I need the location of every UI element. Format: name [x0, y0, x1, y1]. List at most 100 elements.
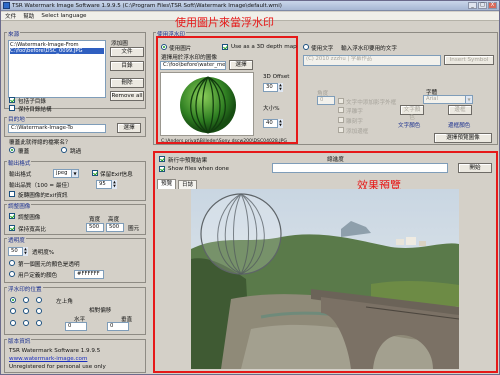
- delete-button[interactable]: 刪除: [110, 78, 144, 88]
- outline-checkbox[interactable]: [338, 98, 344, 104]
- position-bottom-center-radio[interactable]: [23, 320, 29, 326]
- position-bottom-left-radio[interactable]: [10, 320, 16, 326]
- first-pixel-radio[interactable]: [9, 260, 15, 266]
- watermark-image-path[interactable]: C:\foo\before\water_mel: [160, 61, 226, 70]
- insert-symbol-button[interactable]: Insert Symbol: [444, 55, 494, 65]
- position-middle-left-radio[interactable]: [10, 308, 16, 314]
- color-field[interactable]: #FFFFFF: [74, 270, 104, 279]
- window-title: TSR Watermark Image Software 1.9.9.5 (C:…: [12, 2, 282, 9]
- show-files-checkbox[interactable]: [159, 166, 165, 172]
- include-subdirs-checkbox[interactable]: [9, 97, 15, 103]
- source-file-list[interactable]: C:\Watermark-Image-From C:\foo\before\DS…: [8, 40, 106, 98]
- font-select-value: Arial: [426, 96, 438, 102]
- keep-structure-label: 保持目錄結構: [18, 107, 52, 113]
- position-selected-label: 左上角: [56, 299, 73, 305]
- user-color-label: 用戶定義的顏色: [18, 273, 58, 279]
- show-files-label: Show files when done: [168, 166, 229, 172]
- keep-exif-checkbox[interactable]: [92, 170, 98, 176]
- keep-ratio-checkbox[interactable]: [9, 225, 15, 231]
- use-image-label: 使用圖片: [169, 46, 192, 52]
- tab-preview[interactable]: 預覽: [157, 179, 177, 189]
- menu-language[interactable]: Select language: [41, 13, 86, 19]
- choose-image-label: 選擇用於浮水印的圖像: [161, 55, 217, 61]
- add-files-label: 添加圖: [111, 41, 128, 47]
- text-color-label[interactable]: 文字顏色: [398, 121, 420, 129]
- remove-all-button[interactable]: Remove all: [110, 91, 144, 101]
- add-folder-button[interactable]: 目錄: [110, 61, 144, 71]
- minimize-button[interactable]: _: [468, 2, 477, 9]
- use-text-radio[interactable]: [303, 44, 309, 50]
- position-middle-right-radio[interactable]: [36, 308, 42, 314]
- opacity-spinner[interactable]: ▲ ▼: [22, 247, 28, 256]
- menu-file[interactable]: 文件: [5, 12, 16, 20]
- progress-label: 總進度: [327, 157, 344, 163]
- position-bottom-right-radio[interactable]: [36, 320, 42, 326]
- preview-photo: [191, 189, 459, 369]
- website-link[interactable]: www.watermark-image.com: [9, 356, 87, 362]
- vertical-offset-field[interactable]: 0: [107, 322, 129, 331]
- skip-radio[interactable]: [61, 147, 67, 153]
- source-label: 來源: [7, 32, 21, 38]
- version-group-label: 版本資訊: [7, 339, 32, 345]
- chevron-down-icon[interactable]: ▼: [71, 170, 78, 177]
- annotation-watermark-text: 使用圖片來當浮水印: [175, 16, 274, 29]
- unit-label: 圖元: [128, 226, 140, 232]
- product-name: TSR Watermark Software 1.9.9.5: [9, 348, 101, 354]
- position-top-center-radio[interactable]: [23, 297, 29, 303]
- format-select[interactable]: jpeg ▼: [53, 169, 79, 178]
- use-3d-checkbox[interactable]: [222, 44, 228, 50]
- font-select[interactable]: Arial ▼: [423, 95, 473, 104]
- overwrite-radio[interactable]: [9, 147, 15, 153]
- chevron-down-icon[interactable]: ▼: [465, 96, 472, 103]
- close-button[interactable]: X: [488, 2, 497, 9]
- start-button[interactable]: 開始: [458, 163, 492, 173]
- transparency-group-label: 透明度: [7, 238, 26, 244]
- title-bar: TSR Watermark Image Software 1.9.9.5 (C:…: [1, 1, 499, 11]
- resize-checkbox[interactable]: [9, 213, 15, 219]
- choose-destination-button[interactable]: 選擇: [117, 123, 141, 133]
- engrave-checkbox[interactable]: [338, 117, 344, 123]
- shadow-color-button[interactable]: 文字顏色: [400, 105, 424, 121]
- offset-3d-label: 3D Offset: [263, 74, 290, 80]
- destination-field[interactable]: C:\Watermark-Image-To: [8, 124, 106, 133]
- use-image-radio[interactable]: [161, 44, 167, 50]
- position-top-right-radio[interactable]: [36, 297, 42, 303]
- border-color-label[interactable]: 邊框顏色: [448, 121, 470, 129]
- choose-watermark-button[interactable]: 選擇: [229, 60, 253, 70]
- width-label: 寬度: [89, 217, 101, 223]
- choose-preview-button[interactable]: 選擇預覽圖像: [434, 133, 492, 143]
- outline-label: 文字中添加影字外框: [346, 100, 397, 106]
- angle-field[interactable]: 0: [317, 96, 335, 105]
- tab-log[interactable]: 日誌: [178, 180, 198, 189]
- quality-label: 輸出品質（100 = 最佳）: [9, 183, 73, 189]
- rotate-exif-checkbox[interactable]: [9, 191, 15, 197]
- overwrite-label: 覆蓋: [18, 149, 30, 155]
- user-color-radio[interactable]: [9, 271, 15, 277]
- offset-3d-spinner[interactable]: ▲ ▼: [277, 83, 283, 92]
- height-field[interactable]: 500: [106, 223, 124, 232]
- app-window: TSR Watermark Image Software 1.9.9.5 (C:…: [0, 0, 500, 375]
- maximize-button[interactable]: □: [478, 2, 487, 9]
- border-checkbox[interactable]: [338, 127, 344, 133]
- size-spinner[interactable]: ▲ ▼: [277, 119, 283, 128]
- engrave-label: 雕刻字: [346, 119, 363, 125]
- menu-help[interactable]: 幫助: [23, 12, 34, 20]
- height-label: 高度: [108, 217, 120, 223]
- watermark-text-field[interactable]: (C) 2010 zzzhu | 字幕作品: [303, 55, 441, 66]
- position-center-radio[interactable]: [23, 308, 29, 314]
- source-list-item[interactable]: C:\foo\before\DSC_0099.JPG: [10, 48, 104, 54]
- keep-exif-label: 保留Exif信息: [100, 172, 133, 178]
- watermelon-icon: [180, 76, 236, 134]
- keep-structure-checkbox[interactable]: [9, 105, 15, 111]
- emboss-checkbox[interactable]: [338, 107, 344, 113]
- position-top-left-radio[interactable]: [10, 297, 16, 303]
- border-button[interactable]: 邊框: [448, 105, 472, 115]
- first-pixel-label: 第一個圖元的顏色是透明: [18, 262, 80, 268]
- horizontal-offset-field[interactable]: 0: [65, 322, 87, 331]
- opacity-label: 透明度%: [32, 250, 55, 256]
- width-field[interactable]: 500: [86, 223, 104, 232]
- quality-spinner[interactable]: ▲ ▼: [111, 180, 117, 189]
- new-line-preview-checkbox[interactable]: [159, 156, 165, 162]
- skip-label: 跳過: [70, 149, 82, 155]
- add-file-button[interactable]: 文件: [110, 47, 144, 57]
